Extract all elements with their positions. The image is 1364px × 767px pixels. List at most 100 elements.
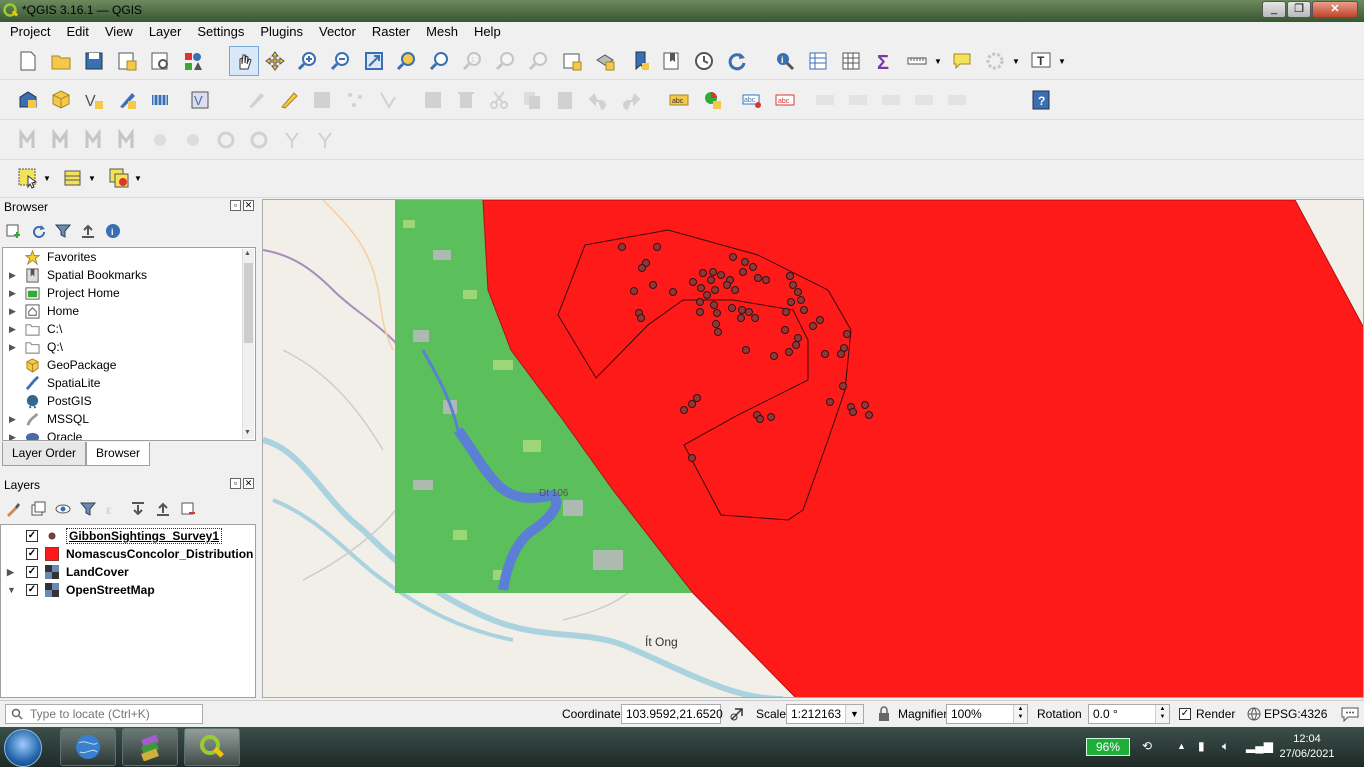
scale-combobox[interactable]: 1:212163 ▼	[786, 704, 864, 724]
browser-item-postgis[interactable]: PostGIS	[3, 392, 255, 410]
pan-to-selection-icon[interactable]	[262, 48, 288, 74]
new-geopackage-layer-icon[interactable]	[48, 87, 74, 113]
deselect-features-icon[interactable]	[106, 165, 132, 191]
browser-item-mssql[interactable]: ▶ MSSQL	[3, 410, 255, 428]
expand-arrow-icon[interactable]: ▶	[9, 428, 16, 440]
taskbar-winrar-icon[interactable]	[122, 728, 178, 766]
crs-label[interactable]: EPSG:4326	[1264, 707, 1327, 721]
collapse-all-icon[interactable]	[79, 222, 97, 240]
layer-openstreetmap[interactable]: ▼ ✓ OpenStreetMap	[1, 581, 255, 599]
text-annotation-icon[interactable]: T	[1028, 48, 1054, 74]
rotation-spinbox[interactable]: 0.0 ° ▲ ▼	[1088, 704, 1170, 724]
change-label-icon[interactable]	[911, 87, 937, 113]
new-temporary-layer-icon[interactable]	[114, 87, 140, 113]
open-project-icon[interactable]	[48, 48, 74, 74]
style-manager-icon[interactable]	[180, 48, 206, 74]
new-project-icon[interactable]	[15, 48, 41, 74]
spin-arrows-icon[interactable]: ▲ ▼	[1155, 705, 1169, 723]
new-spatialite-layer-icon[interactable]: V	[187, 87, 213, 113]
zoom-out-icon[interactable]	[328, 48, 354, 74]
select-dropdown-icon[interactable]: ▼	[41, 165, 53, 191]
zoom-full-icon[interactable]	[361, 48, 387, 74]
map-tips-icon[interactable]	[949, 48, 975, 74]
minimize-button[interactable]: _	[1262, 1, 1286, 18]
current-edits-icon[interactable]	[243, 87, 269, 113]
filter-legend-icon[interactable]	[79, 500, 97, 518]
expand-arrow-icon[interactable]: ▶	[9, 302, 16, 320]
layer-visibility-checkbox[interactable]: ✓	[26, 566, 38, 578]
new-shapefile-layer-icon[interactable]: V	[81, 87, 107, 113]
locator-input[interactable]	[30, 706, 200, 722]
expand-all-icon[interactable]	[129, 500, 147, 518]
collapse-arrow-icon[interactable]: ▼	[7, 581, 16, 599]
zoom-native-icon[interactable]: 1:1	[460, 48, 486, 74]
browser-item-spatialite[interactable]: SpatiaLite	[3, 374, 255, 392]
filter-by-expression-icon[interactable]: ε	[104, 500, 122, 518]
browser-item-spatial-bookmarks[interactable]: ▶ Spatial Bookmarks	[3, 266, 255, 284]
add-part-icon[interactable]	[180, 127, 206, 153]
zoom-to-layer-icon[interactable]	[427, 48, 453, 74]
spin-arrows-icon[interactable]: ▲ ▼	[1013, 705, 1027, 723]
messages-icon[interactable]	[1341, 706, 1359, 722]
cut-features-icon[interactable]	[486, 87, 512, 113]
decorations-dropdown-icon[interactable]: ▼	[1010, 48, 1022, 74]
browser-item-favorites[interactable]: Favorites	[3, 248, 255, 266]
highlight-pinned-labels-icon[interactable]: abc	[739, 87, 765, 113]
menu-edit[interactable]: Edit	[56, 22, 94, 39]
pin-unpin-labels-icon[interactable]: abc	[772, 87, 798, 113]
measure-dropdown-icon[interactable]: ▼	[932, 48, 944, 74]
crs-globe-icon[interactable]	[1247, 707, 1261, 721]
zoom-in-icon[interactable]	[295, 48, 321, 74]
browser-item-project-home[interactable]: ▶ Project Home	[3, 284, 255, 302]
decorations-icon[interactable]	[982, 48, 1008, 74]
zoom-last-icon[interactable]	[493, 48, 519, 74]
filter-browser-icon[interactable]	[54, 222, 72, 240]
lock-scale-icon[interactable]	[877, 706, 891, 722]
measure-line-icon[interactable]	[904, 48, 930, 74]
help-contents-icon[interactable]: ?	[1028, 87, 1054, 113]
toggle-extents-icon[interactable]	[729, 706, 745, 722]
modify-attributes-icon[interactable]	[420, 87, 446, 113]
menu-mesh[interactable]: Mesh	[416, 22, 464, 39]
tab-browser[interactable]: Browser	[86, 442, 151, 466]
start-button[interactable]	[4, 729, 42, 767]
select-features-icon[interactable]	[15, 165, 41, 191]
add-group-icon[interactable]	[29, 500, 47, 518]
map-canvas[interactable]: Ít Ong Dt 106	[262, 199, 1364, 698]
delete-part-icon[interactable]	[279, 127, 305, 153]
simplify-feature-icon[interactable]	[114, 127, 140, 153]
delete-selected-icon[interactable]	[453, 87, 479, 113]
trace-icon[interactable]	[15, 127, 41, 153]
pan-map-icon[interactable]	[229, 46, 259, 76]
close-button[interactable]: ✕	[1312, 1, 1358, 18]
browser-item-c-drive[interactable]: ▶ C:\	[3, 320, 255, 338]
menu-raster[interactable]: Raster	[362, 22, 416, 39]
remove-layer-icon[interactable]	[179, 500, 197, 518]
annotation-dropdown-icon[interactable]: ▼	[1056, 48, 1068, 74]
fill-ring-icon[interactable]	[213, 127, 239, 153]
new-map-view-icon[interactable]	[559, 48, 585, 74]
show-spatial-bookmarks-icon[interactable]	[658, 48, 684, 74]
temporal-controller-icon[interactable]	[691, 48, 717, 74]
layer-visibility-checkbox[interactable]: ✓	[26, 584, 38, 596]
taskbar-browser-icon[interactable]	[60, 728, 116, 766]
taskbar-clock[interactable]: 12:04 27/06/2021	[1272, 732, 1342, 762]
show-statistical-summary-icon[interactable]: Σ	[871, 48, 897, 74]
select-by-value-dropdown-icon[interactable]: ▼	[86, 165, 98, 191]
paste-features-icon[interactable]	[552, 87, 578, 113]
copy-features-icon[interactable]	[519, 87, 545, 113]
save-project-icon[interactable]	[81, 48, 107, 74]
layer-diagram-options-icon[interactable]	[699, 87, 725, 113]
new-print-layout-icon[interactable]	[114, 48, 140, 74]
add-ring-icon[interactable]	[147, 127, 173, 153]
zoom-next-icon[interactable]	[526, 48, 552, 74]
layer-visibility-checkbox[interactable]: ✓	[26, 548, 38, 560]
menu-plugins[interactable]: Plugins	[250, 22, 309, 39]
float-panel-button[interactable]: ▫	[230, 200, 241, 211]
reshape-features-icon[interactable]	[312, 127, 338, 153]
toggle-editing-icon[interactable]	[276, 87, 302, 113]
menu-settings[interactable]: Settings	[187, 22, 250, 39]
collapse-all-layers-icon[interactable]	[154, 500, 172, 518]
undo-icon[interactable]	[585, 87, 611, 113]
scrollbar-thumb[interactable]	[244, 263, 253, 343]
